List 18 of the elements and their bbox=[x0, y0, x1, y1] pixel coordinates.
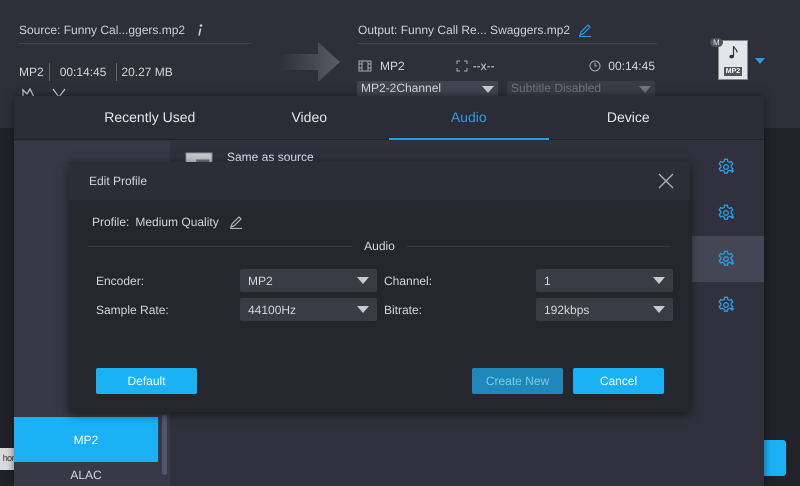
output-file-name: Output: Funny Call Re... Swaggers.mp2 bbox=[358, 22, 570, 38]
profile-name: Medium Quality bbox=[135, 214, 219, 231]
output-format: MP2 bbox=[380, 58, 405, 75]
field-label: Channel: bbox=[384, 272, 434, 290]
format-badge: M bbox=[710, 38, 723, 47]
output-duration: 00:14:45 bbox=[608, 58, 655, 75]
dialog-title: Edit Profile bbox=[89, 173, 148, 190]
section-title: Audio bbox=[363, 238, 396, 255]
source-size: 20.27 MB bbox=[120, 64, 173, 81]
field-label: Bitrate: bbox=[384, 302, 424, 318]
field-label: Sample Rate: bbox=[96, 302, 170, 318]
source-file-name: Source: Funny Cal...ggers.mp2 bbox=[19, 22, 186, 38]
profile-label: Profile: bbox=[92, 214, 130, 231]
output-resolution: --x-- bbox=[472, 58, 495, 75]
source-duration: 00:14:45 bbox=[50, 63, 118, 81]
profile-name: Same as source bbox=[227, 149, 314, 166]
source-format: MP2 bbox=[19, 63, 50, 81]
field-label: Encoder: bbox=[96, 272, 146, 290]
